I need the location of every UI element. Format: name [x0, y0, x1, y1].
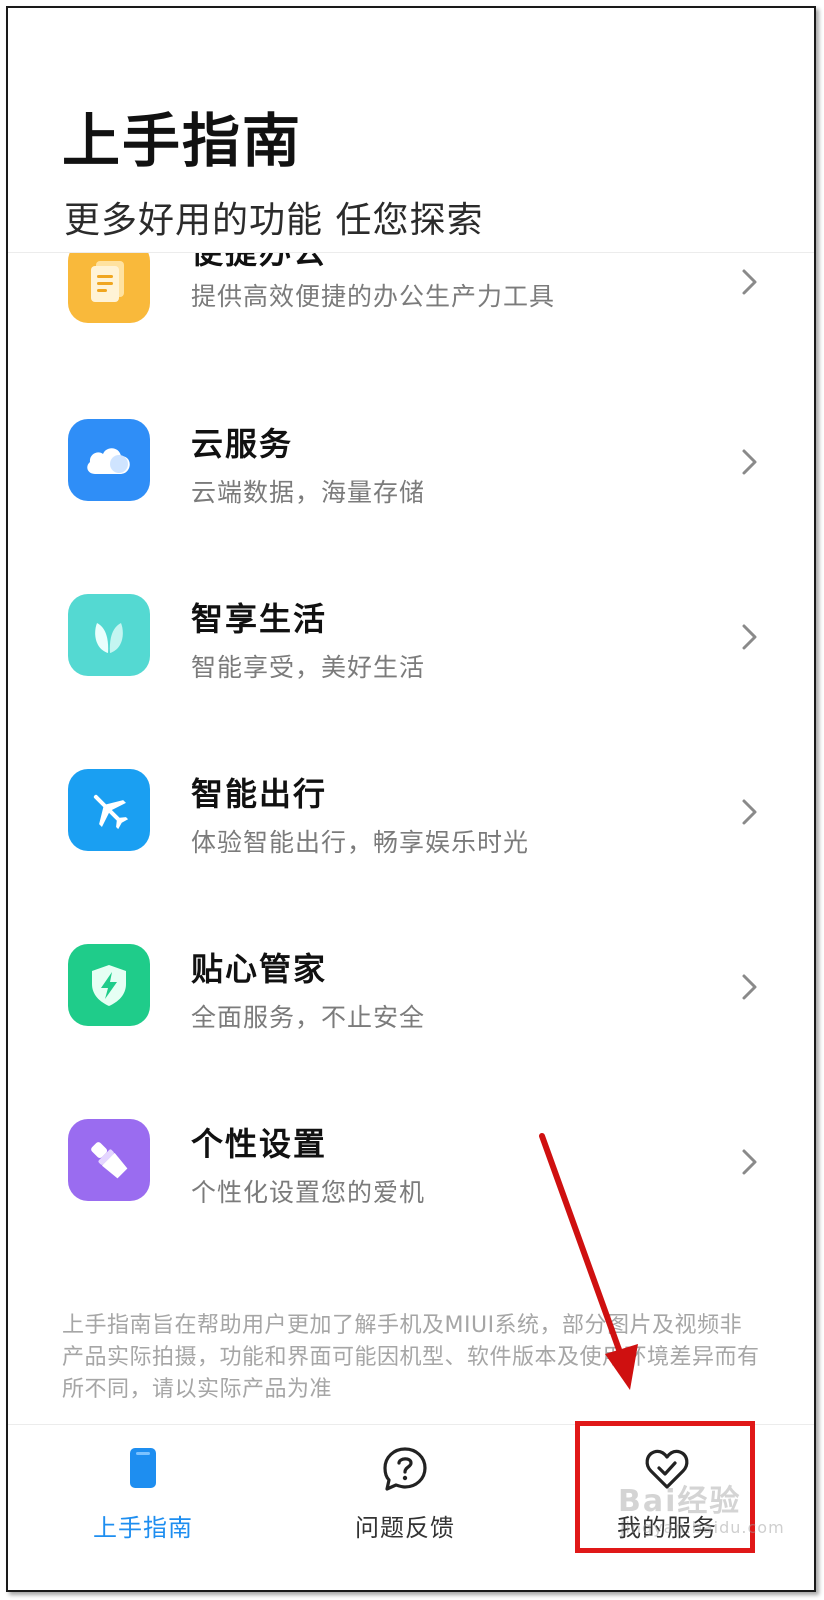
- item-desc: 提供高效便捷的办公生产力工具: [191, 282, 556, 311]
- airplane-icon: [68, 769, 150, 851]
- list-item-cloud[interactable]: 云服务 云端数据，海量存储: [8, 411, 814, 531]
- feature-list[interactable]: 便捷办公 提供高效便捷的办公生产力工具 云服务 云端数据，海量存储: [8, 253, 814, 1303]
- question-bubble-icon: [383, 1447, 427, 1491]
- page-subtitle: 更多好用的功能 任您探索: [64, 200, 484, 241]
- item-title: 便捷办公: [191, 253, 327, 273]
- item-desc: 个性化设置您的爱机: [191, 1178, 426, 1207]
- item-desc: 智能享受，美好生活: [191, 653, 426, 682]
- chevron-right-icon: [742, 449, 757, 475]
- tab-feedback[interactable]: 问题反馈: [305, 1425, 505, 1590]
- item-title: 贴心管家: [191, 950, 328, 988]
- list-item-office[interactable]: 便捷办公 提供高效便捷的办公生产力工具: [8, 253, 814, 353]
- chevron-right-icon: [742, 269, 757, 295]
- document-icon: [68, 253, 150, 323]
- tab-label: 问题反馈: [355, 1514, 455, 1542]
- list-item-personalize[interactable]: 个性设置 个性化设置您的爱机: [8, 1111, 814, 1231]
- item-title: 个性设置: [191, 1125, 328, 1163]
- page-header: 上手指南 更多好用的功能 任您探索: [8, 8, 814, 252]
- brush-icon: [68, 1119, 150, 1201]
- tab-label: 上手指南: [93, 1514, 193, 1542]
- tab-guide[interactable]: 上手指南: [43, 1425, 243, 1590]
- cloud-icon: [68, 419, 150, 501]
- leaf-icon: [68, 594, 150, 676]
- list-item-travel[interactable]: 智能出行 体验智能出行，畅享娱乐时光: [8, 761, 814, 881]
- phone-icon: [130, 1448, 156, 1488]
- shield-bolt-icon: [68, 944, 150, 1026]
- item-desc: 云端数据，海量存储: [191, 478, 426, 507]
- list-item-security[interactable]: 贴心管家 全面服务，不止安全: [8, 936, 814, 1056]
- chevron-right-icon: [742, 1149, 757, 1175]
- chevron-right-icon: [742, 624, 757, 650]
- chevron-right-icon: [742, 799, 757, 825]
- watermark-url: jingyan.baidu.com: [620, 1518, 785, 1537]
- item-title: 云服务: [191, 425, 294, 463]
- watermark-logo: Bai经验: [618, 1484, 742, 1519]
- item-title: 智享生活: [191, 600, 328, 638]
- item-desc: 体验智能出行，畅享娱乐时光: [191, 828, 530, 857]
- chevron-right-icon: [742, 974, 757, 1000]
- disclaimer-text: 上手指南旨在帮助用户更加了解手机及MIUI系统，部分图片及视频非产品实际拍摄，功…: [62, 1313, 760, 1402]
- item-desc: 全面服务，不止安全: [191, 1003, 426, 1032]
- phone-screen: 上手指南 更多好用的功能 任您探索 便捷办公 提供高效便捷的办公生产力工具: [6, 6, 816, 1592]
- list-item-life[interactable]: 智享生活 智能享受，美好生活: [8, 586, 814, 706]
- page-title: 上手指南: [62, 107, 303, 175]
- item-title: 智能出行: [191, 775, 328, 813]
